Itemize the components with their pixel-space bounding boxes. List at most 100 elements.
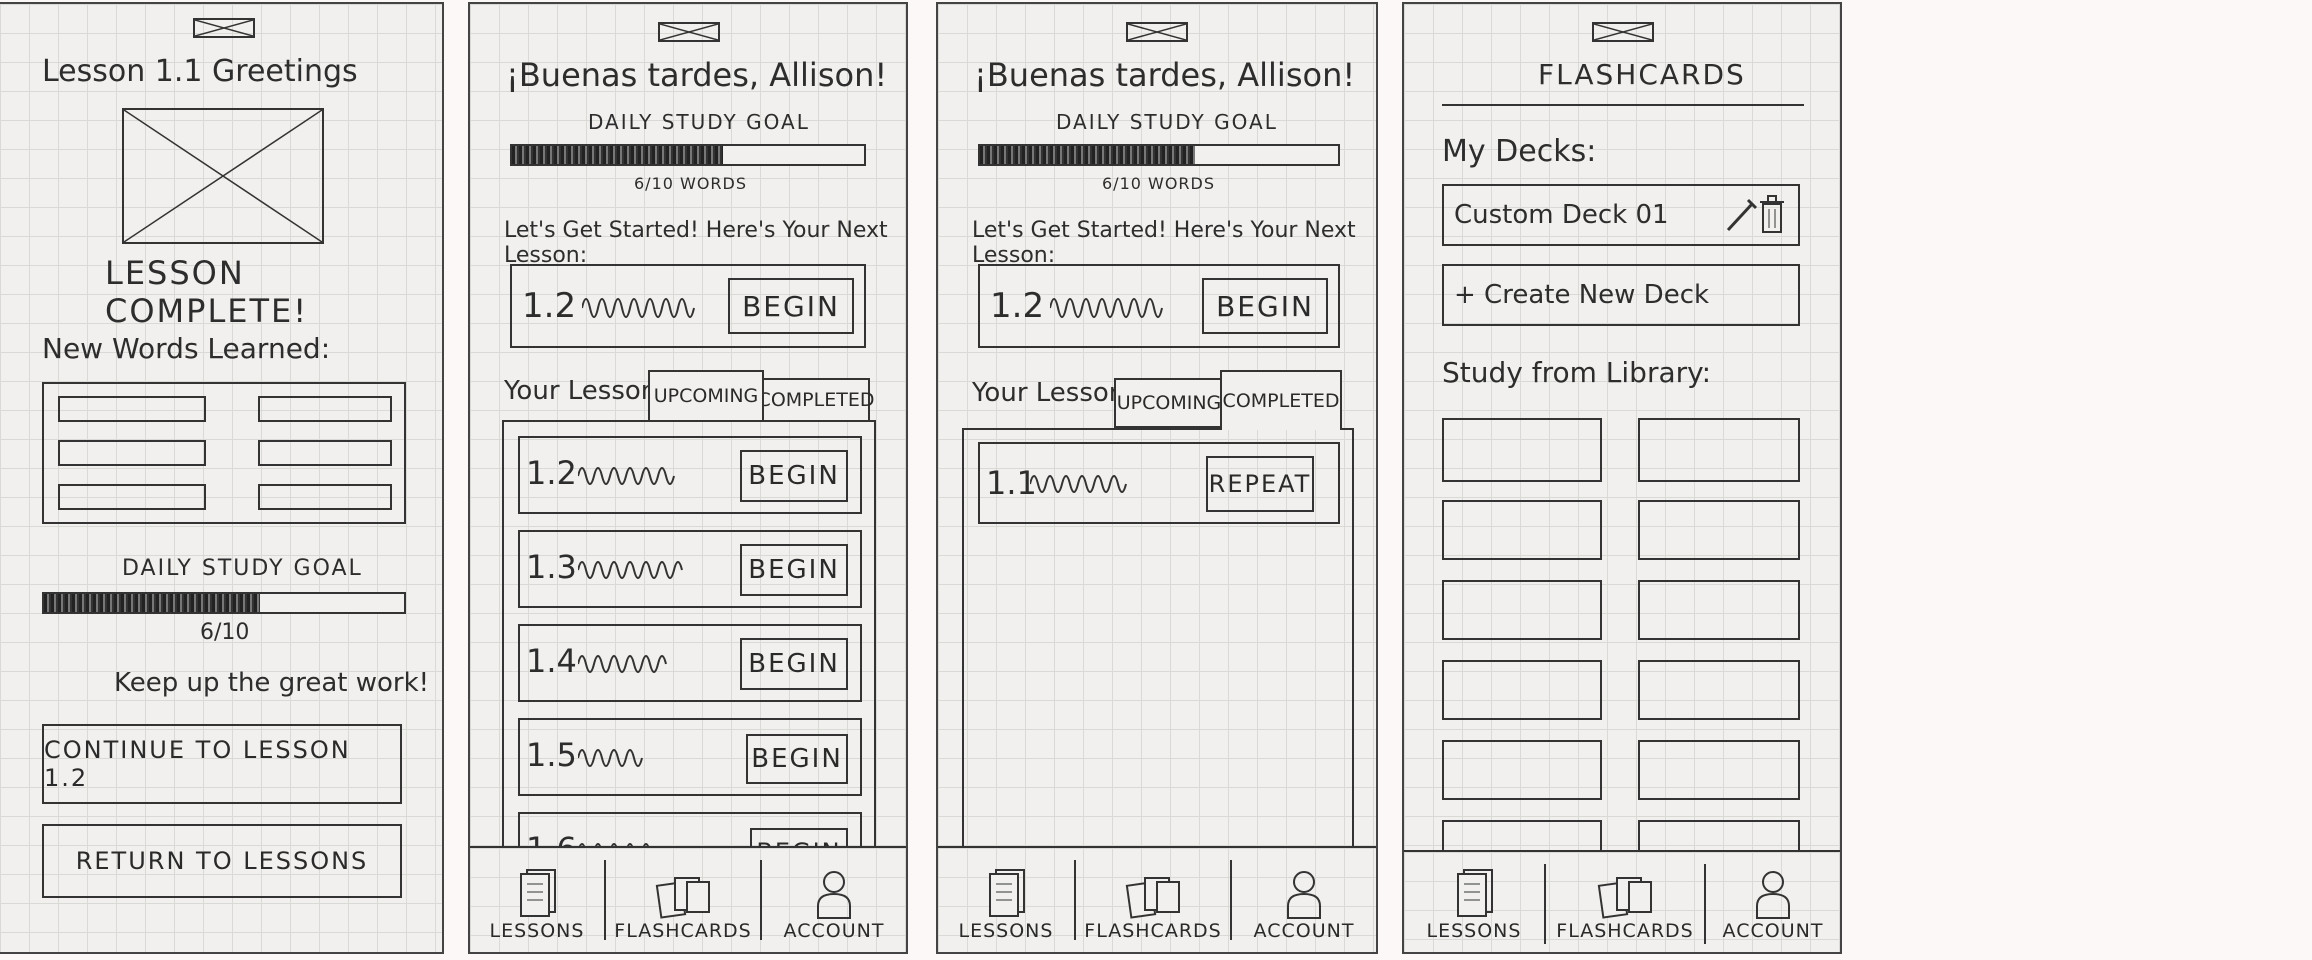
flashcards-icon [1597, 877, 1652, 919]
goal-progress-fill [44, 594, 260, 612]
lesson-row[interactable]: 1.2 BEGIN [518, 436, 862, 514]
lesson-complete-status: LESSON COMPLETE! [105, 254, 309, 330]
edit-pencil-icon[interactable] [1724, 196, 1758, 236]
lesson-image-placeholder [122, 108, 324, 244]
lessons-icon [989, 869, 1025, 917]
nav-lessons[interactable]: LESSONS [1404, 852, 1544, 952]
next-lesson-heading: Let's Get Started! Here's Your Next Less… [972, 218, 1356, 268]
tab-completed[interactable]: COMPLETED [758, 378, 874, 422]
goal-progress-fill [980, 146, 1195, 164]
lesson-row[interactable]: 1.3 BEGIN [518, 530, 862, 608]
flashcards-icon [655, 877, 710, 919]
nav-flashcards[interactable]: FLASHCARDS [606, 848, 760, 952]
next-lesson-card[interactable]: 1.2 BEGIN [510, 264, 866, 348]
lesson-complete-screen: Lesson 1.1 Greetings LESSON COMPLETE! Ne… [0, 2, 444, 954]
library-deck[interactable] [1638, 660, 1800, 720]
continue-lesson-button[interactable]: CONTINUE TO LESSON 1.2 [42, 724, 402, 804]
phone-notch [1126, 22, 1188, 42]
begin-button[interactable]: BEGIN [746, 734, 848, 784]
word-item [58, 396, 206, 422]
lesson-row[interactable]: 1.1 REPEAT [978, 442, 1340, 524]
flashcards-icon [1125, 877, 1180, 919]
tab-completed[interactable]: COMPLETED [1220, 370, 1342, 430]
new-words-heading: New Words Learned: [42, 332, 331, 365]
goal-progress-bar [42, 592, 406, 614]
phone-notch [1592, 22, 1654, 42]
repeat-button[interactable]: REPEAT [1206, 456, 1314, 512]
lesson-number: 1.2 [522, 286, 577, 326]
nav-lessons[interactable]: LESSONS [470, 848, 604, 952]
bottom-nav: LESSONS FLASHCARDS ACCOUNT [1404, 850, 1840, 952]
goal-count: 6/10 WORDS [634, 174, 748, 193]
page-title: FLASHCARDS [1538, 58, 1746, 91]
nav-label: FLASHCARDS [1556, 920, 1694, 942]
trash-icon[interactable] [1758, 194, 1786, 236]
library-deck[interactable] [1638, 418, 1800, 482]
begin-button[interactable]: BEGIN [740, 638, 848, 690]
goal-label: DAILY STUDY GOAL [1056, 110, 1278, 134]
begin-button[interactable]: BEGIN [728, 278, 854, 334]
nav-account[interactable]: ACCOUNT [1706, 852, 1840, 952]
library-deck[interactable] [1442, 660, 1602, 720]
custom-deck-item[interactable]: Custom Deck 01 [1442, 184, 1800, 246]
account-icon [817, 871, 851, 919]
nav-label: ACCOUNT [1722, 920, 1824, 942]
bottom-nav: LESSONS FLASHCARDS ACCOUNT [470, 846, 906, 952]
goal-progress-bar [510, 144, 866, 166]
phone-notch [658, 22, 720, 42]
lessons-list: 1.2 BEGIN 1.3 BEGIN 1.4 BEGIN 1.5 BEGIN … [502, 420, 876, 890]
nav-lessons[interactable]: LESSONS [938, 848, 1074, 952]
lesson-number: 1.3 [526, 548, 577, 586]
bottom-nav: LESSONS FLASHCARDS ACCOUNT [938, 846, 1376, 952]
library-deck[interactable] [1638, 740, 1800, 800]
lesson-number: 1.4 [526, 642, 577, 680]
nav-label: LESSONS [489, 920, 585, 942]
goal-count: 6/10 [200, 620, 250, 645]
account-icon [1756, 871, 1790, 919]
nav-flashcards[interactable]: FLASHCARDS [1076, 848, 1230, 952]
next-lesson-card[interactable]: 1.2 BEGIN [978, 264, 1340, 348]
greeting: ¡Buenas tardes, Allison! [506, 56, 888, 94]
nav-label: ACCOUNT [1253, 920, 1355, 942]
nav-account[interactable]: ACCOUNT [1232, 848, 1376, 952]
lessons-icon [520, 869, 556, 917]
greeting: ¡Buenas tardes, Allison! [974, 56, 1356, 94]
begin-button[interactable]: BEGIN [1202, 278, 1328, 334]
lesson-number: 1.2 [990, 286, 1045, 326]
goal-count: 6/10 WORDS [1102, 174, 1216, 193]
nav-label: ACCOUNT [783, 920, 885, 942]
new-words-list [42, 382, 406, 524]
lessons-completed-screen: ¡Buenas tardes, Allison! DAILY STUDY GOA… [936, 2, 1378, 954]
lesson-row[interactable]: 1.5 BEGIN [518, 718, 862, 796]
encouragement-text: Keep up the great work! [114, 668, 430, 698]
library-deck[interactable] [1442, 500, 1602, 560]
return-to-lessons-button[interactable]: RETURN TO LESSONS [42, 824, 402, 898]
lessons-upcoming-screen: ¡Buenas tardes, Allison! DAILY STUDY GOA… [468, 2, 908, 954]
library-deck[interactable] [1638, 500, 1800, 560]
tab-upcoming[interactable]: UPCOMING [648, 370, 764, 420]
goal-progress-bar [978, 144, 1340, 166]
lessons-list: 1.1 REPEAT [962, 428, 1354, 858]
phone-notch [193, 18, 255, 38]
lesson-title: Lesson 1.1 Greetings [42, 54, 358, 89]
my-decks-heading: My Decks: [1442, 134, 1597, 169]
library-deck[interactable] [1638, 580, 1800, 640]
library-deck[interactable] [1442, 580, 1602, 640]
word-item [258, 396, 392, 422]
library-deck[interactable] [1442, 740, 1602, 800]
nav-flashcards[interactable]: FLASHCARDS [1546, 852, 1704, 952]
tab-upcoming[interactable]: UPCOMING [1114, 378, 1224, 428]
lessons-icon [1457, 869, 1493, 917]
lesson-number: 1.5 [526, 736, 577, 774]
nav-label: LESSONS [1426, 920, 1522, 942]
create-deck-button[interactable]: + Create New Deck [1442, 264, 1800, 326]
begin-button[interactable]: BEGIN [740, 544, 848, 596]
next-lesson-heading: Let's Get Started! Here's Your Next Less… [504, 218, 888, 268]
begin-button[interactable]: BEGIN [740, 450, 848, 502]
library-heading: Study from Library: [1442, 356, 1712, 389]
title-divider [1442, 104, 1804, 106]
word-item [258, 440, 392, 466]
nav-account[interactable]: ACCOUNT [762, 848, 906, 952]
lesson-row[interactable]: 1.4 BEGIN [518, 624, 862, 702]
library-deck[interactable] [1442, 418, 1602, 482]
